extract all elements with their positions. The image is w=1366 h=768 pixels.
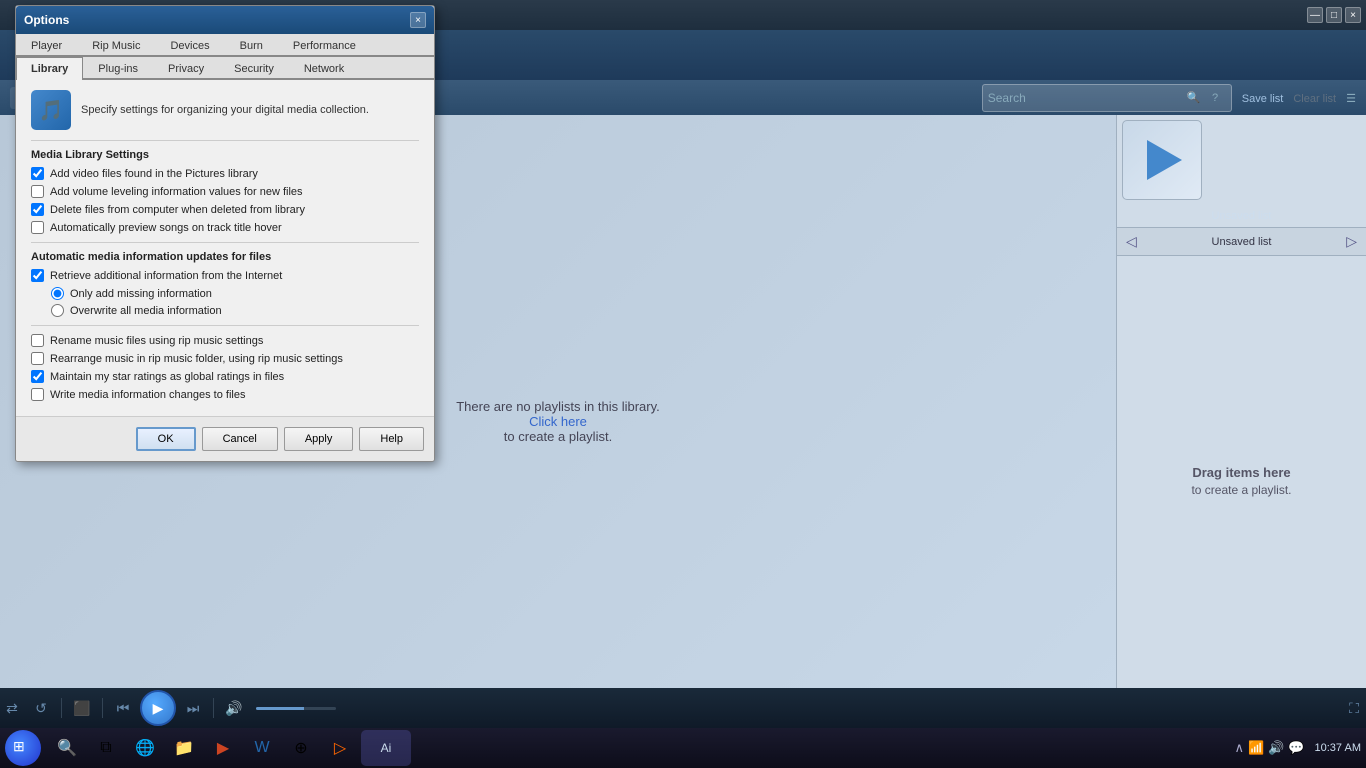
next-btn[interactable]: ⏭ xyxy=(181,696,205,720)
tab-privacy[interactable]: Privacy xyxy=(153,57,219,80)
repeat-btn[interactable]: ↺ xyxy=(29,696,53,720)
auto-preview-checkbox[interactable] xyxy=(31,221,44,234)
only-add-radio[interactable] xyxy=(51,287,64,300)
windows-logo: ⊞ xyxy=(13,738,33,758)
volume-icon[interactable]: 🔊 xyxy=(222,696,246,720)
rename-music-checkbox[interactable] xyxy=(31,334,44,347)
help-button[interactable]: Help xyxy=(359,427,424,451)
separator-3 xyxy=(213,698,214,718)
system-clock: 10:37 AM xyxy=(1315,742,1361,754)
radio-overwrite: Overwrite all media information xyxy=(51,304,419,317)
tab-player[interactable]: Player xyxy=(16,34,77,57)
taskbar-search-icon[interactable]: 🔍 xyxy=(49,730,85,766)
only-add-label[interactable]: Only add missing information xyxy=(70,288,212,300)
dialog-window-controls: × xyxy=(410,12,426,28)
shuffle-btn[interactable]: ⇄ xyxy=(0,696,24,720)
tab-network[interactable]: Network xyxy=(289,57,359,80)
add-volume-checkbox[interactable] xyxy=(31,185,44,198)
auto-preview-label[interactable]: Automatically preview songs on track tit… xyxy=(50,222,282,234)
checkbox-rename-music: Rename music files using rip music setti… xyxy=(31,334,419,347)
add-volume-label[interactable]: Add volume leveling information values f… xyxy=(50,186,303,198)
auto-media-section-title: Automatic media information updates for … xyxy=(31,251,419,263)
taskbar-ie-icon[interactable]: 🌐 xyxy=(127,730,163,766)
checkbox-retrieve: Retrieve additional information from the… xyxy=(31,269,419,282)
tab-devices[interactable]: Devices xyxy=(155,34,224,57)
tab-burn[interactable]: Burn xyxy=(225,34,278,57)
rearrange-music-label[interactable]: Rearrange music in rip music folder, usi… xyxy=(50,353,343,365)
player-controls-bar: ⇄ ↺ ⬛ ⏮ ▶ ⏭ 🔊 ⛶ xyxy=(0,688,1366,728)
dialog-titlebar: Options × xyxy=(16,6,434,34)
library-icon: 🎵 xyxy=(31,90,71,130)
taskbar-word-icon[interactable]: W xyxy=(244,730,280,766)
retrieve-checkbox[interactable] xyxy=(31,269,44,282)
tab-security[interactable]: Security xyxy=(219,57,289,80)
play-pause-btn[interactable]: ▶ xyxy=(140,690,176,726)
dialog-tabs-row2: Library Plug-ins Privacy Security Networ… xyxy=(16,57,434,80)
radio-only-add: Only add missing information xyxy=(51,287,419,300)
taskbar: ⊞ 🔍 ⧉ 🌐 📁 ▶ W ⊕ ▷ Ai ∧ 📶 🔊 💬 10:37 AM xyxy=(0,728,1366,768)
divider-2 xyxy=(31,242,419,243)
delete-files-label[interactable]: Delete files from computer when deleted … xyxy=(50,204,305,216)
ok-button[interactable]: OK xyxy=(136,427,196,451)
dialog-footer: OK Cancel Apply Help xyxy=(16,416,434,461)
media-library-section-title: Media Library Settings xyxy=(31,149,419,161)
maintain-ratings-label[interactable]: Maintain my star ratings as global ratin… xyxy=(50,371,284,383)
add-video-checkbox[interactable] xyxy=(31,167,44,180)
tray-volume-icon[interactable]: 🔊 xyxy=(1268,740,1284,756)
taskbar-task-view-icon[interactable]: ⧉ xyxy=(88,730,124,766)
separator-2 xyxy=(102,698,103,718)
prev-btn[interactable]: ⏮ xyxy=(111,696,135,720)
taskbar-wmp-icon[interactable]: ▷ xyxy=(322,730,358,766)
checkbox-maintain-ratings: Maintain my star ratings as global ratin… xyxy=(31,370,419,383)
tab-plug-ins[interactable]: Plug-ins xyxy=(83,57,153,80)
start-button[interactable]: ⊞ xyxy=(5,730,41,766)
dialog-tabs: Player Rip Music Devices Burn Performanc… xyxy=(16,34,434,57)
add-video-label[interactable]: Add video files found in the Pictures li… xyxy=(50,168,258,180)
options-dialog: Options × Player Rip Music Devices Burn … xyxy=(15,5,435,462)
checkbox-auto-preview: Automatically preview songs on track tit… xyxy=(31,221,419,234)
checkbox-add-video: Add video files found in the Pictures li… xyxy=(31,167,419,180)
ai-text: Ai xyxy=(381,741,392,755)
fullscreen-btn[interactable]: ⛶ xyxy=(1342,696,1366,720)
checkbox-rearrange-music: Rearrange music in rip music folder, usi… xyxy=(31,352,419,365)
divider-1 xyxy=(31,140,419,141)
system-tray: ∧ 📶 🔊 💬 10:37 AM xyxy=(1234,740,1361,756)
write-media-checkbox[interactable] xyxy=(31,388,44,401)
tray-notification-icon[interactable]: 💬 xyxy=(1288,740,1304,756)
delete-files-checkbox[interactable] xyxy=(31,203,44,216)
divider-3 xyxy=(31,325,419,326)
write-media-label[interactable]: Write media information changes to files xyxy=(50,389,245,401)
dialog-title: Options xyxy=(24,13,69,27)
dialog-content-area: 🎵 Specify settings for organizing your d… xyxy=(16,80,434,416)
dialog-overlay: Options × Player Rip Music Devices Burn … xyxy=(0,0,1366,728)
separator-1 xyxy=(61,698,62,718)
retrieve-label[interactable]: Retrieve additional information from the… xyxy=(50,270,282,282)
stop-btn[interactable]: ⬛ xyxy=(70,696,94,720)
cancel-button[interactable]: Cancel xyxy=(202,427,278,451)
checkbox-delete-files: Delete files from computer when deleted … xyxy=(31,203,419,216)
taskbar-media-icon[interactable]: ▶ xyxy=(205,730,241,766)
overwrite-label[interactable]: Overwrite all media information xyxy=(70,305,222,317)
tab-library[interactable]: Library xyxy=(16,57,83,80)
tray-icons: ∧ 📶 🔊 💬 xyxy=(1234,740,1304,756)
rearrange-music-checkbox[interactable] xyxy=(31,352,44,365)
dialog-header-row: 🎵 Specify settings for organizing your d… xyxy=(31,90,419,130)
tray-up-arrow[interactable]: ∧ xyxy=(1234,740,1244,756)
tray-network-icon[interactable]: 📶 xyxy=(1248,740,1264,756)
checkbox-add-volume: Add volume leveling information values f… xyxy=(31,185,419,198)
maintain-ratings-checkbox[interactable] xyxy=(31,370,44,383)
dialog-description: Specify settings for organizing your dig… xyxy=(81,104,419,116)
volume-slider[interactable] xyxy=(256,707,336,710)
rename-music-label[interactable]: Rename music files using rip music setti… xyxy=(50,335,263,347)
taskbar-ai-label[interactable]: Ai xyxy=(361,730,411,766)
tab-performance[interactable]: Performance xyxy=(278,34,371,57)
dialog-close-btn[interactable]: × xyxy=(410,12,426,28)
overwrite-radio[interactable] xyxy=(51,304,64,317)
tab-rip-music[interactable]: Rip Music xyxy=(77,34,155,57)
checkbox-write-media: Write media information changes to files xyxy=(31,388,419,401)
apply-button[interactable]: Apply xyxy=(284,427,354,451)
taskbar-chrome-icon[interactable]: ⊕ xyxy=(283,730,319,766)
taskbar-files-icon[interactable]: 📁 xyxy=(166,730,202,766)
